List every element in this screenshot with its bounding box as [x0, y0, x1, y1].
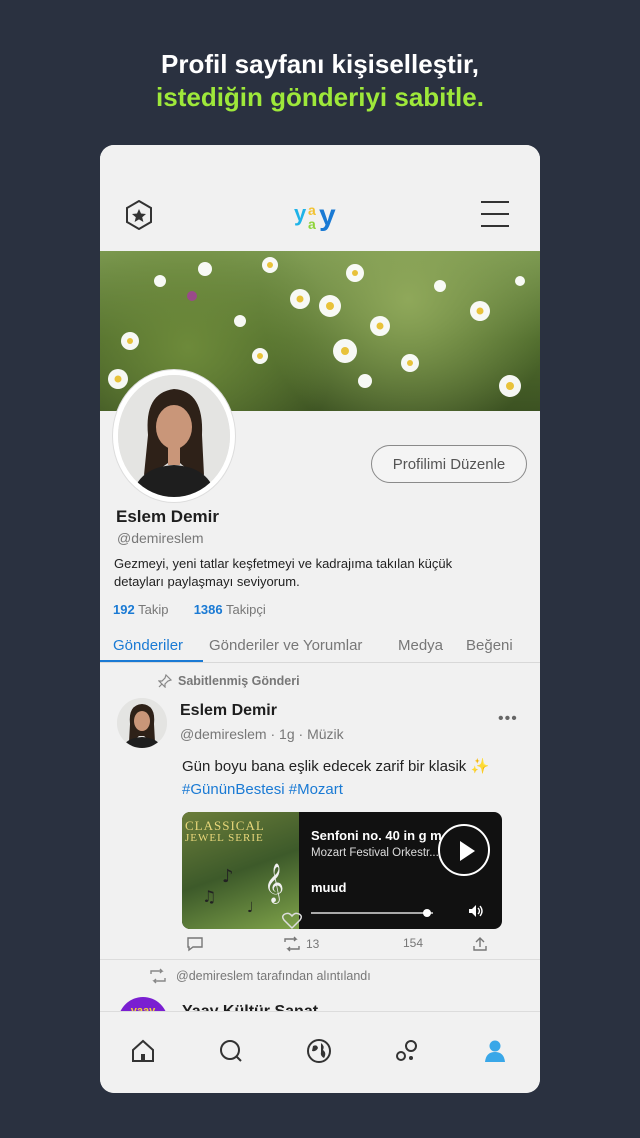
quoted-label: @demireslem tarafından alıntılandı [176, 969, 371, 983]
post-hashtags[interactable]: #GününBestesi #Mozart [182, 778, 522, 801]
seek-knob[interactable] [422, 909, 431, 917]
play-icon [460, 841, 475, 861]
post-author-handle: @demireslem [180, 726, 267, 742]
active-tab-indicator [100, 660, 203, 662]
svg-text:♪: ♪ [222, 866, 234, 887]
profile-handle: @demireslem [117, 530, 204, 546]
comment-action[interactable] [186, 936, 204, 952]
svg-text:♫: ♫ [202, 887, 216, 906]
seek-bar[interactable] [311, 909, 433, 917]
play-button[interactable] [438, 824, 490, 876]
svg-text:y: y [294, 201, 307, 226]
tab-likes[interactable]: Beğeni [466, 637, 513, 654]
post-author-name[interactable]: Eslem Demir [180, 702, 277, 720]
profile-bio: Gezmeyi, yeni tatlar keşfetmeyi ve kadra… [114, 556, 453, 589]
profile-tabs: Gönderiler Gönderiler ve Yorumlar Medya … [100, 631, 540, 663]
profile-name: Eslem Demir [116, 507, 219, 526]
bottom-navigation [100, 1011, 540, 1093]
home-icon[interactable] [130, 1038, 156, 1064]
followers-label[interactable]: Takipçi [226, 602, 266, 617]
author-photo [117, 698, 167, 748]
share-icon [473, 937, 487, 951]
tab-posts-and-comments[interactable]: Gönderiler ve Yorumlar [209, 637, 362, 654]
post-body: Gün boyu bana eşlik edecek zarif bir kla… [182, 758, 490, 775]
yaay-logo[interactable]: y a a y [293, 195, 345, 235]
post-author-avatar[interactable] [117, 698, 167, 748]
globe-icon[interactable] [306, 1038, 332, 1064]
edit-profile-button[interactable]: Profilimi Düzenle [371, 445, 527, 483]
post-time: 1g [279, 726, 295, 742]
following-label[interactable]: Takip [138, 602, 168, 617]
meta-separator: · [298, 726, 304, 742]
repost-action[interactable]: 13 [282, 936, 319, 952]
post-meta: @demireslem · 1g · Müzik [180, 726, 344, 742]
music-player-card[interactable]: CLASSICAL JEWEL SERIE 𝄞 ♪ ♫ ♩ Senfoni no… [182, 812, 502, 929]
pin-icon [158, 674, 172, 688]
profile-avatar[interactable] [112, 369, 236, 503]
pinned-indicator: Sabitlenmiş Gönderi [158, 674, 300, 688]
tab-posts[interactable]: Gönderiler [113, 637, 183, 654]
svg-text:𝄞: 𝄞 [264, 863, 284, 904]
like-action[interactable]: 154 [281, 912, 424, 950]
post-text: Gün boyu bana eşlik edecek zarif bir kla… [182, 755, 522, 801]
heart-icon [281, 912, 303, 930]
track-title: Senfoni no. 40 in g m... [311, 828, 441, 843]
muud-logo: muud [311, 880, 347, 895]
pinned-label: Sabitlenmiş Gönderi [178, 674, 300, 688]
hamburger-menu-icon[interactable] [481, 199, 509, 229]
post-category[interactable]: Müzik [307, 726, 344, 742]
top-bar: y a a y [100, 145, 540, 251]
avatar-photo [118, 375, 230, 497]
repost-count: 13 [306, 937, 320, 951]
search-icon[interactable] [218, 1038, 244, 1064]
more-options-icon[interactable]: ••• [498, 710, 518, 728]
track-artist: Mozart Festival Orkestr... [311, 847, 439, 859]
post-actions: 13 154 [186, 912, 496, 954]
svg-text:a: a [308, 216, 316, 232]
following-count[interactable]: 192 [113, 602, 135, 617]
profile-icon[interactable] [482, 1038, 508, 1064]
quoted-indicator: @demireslem tarafından alıntılandı [148, 968, 371, 984]
like-count: 154 [403, 936, 424, 950]
profile-stats: 192 Takip 1386 Takipçi [113, 602, 266, 617]
badge-star-icon[interactable] [124, 200, 154, 230]
bubbles-icon[interactable] [394, 1038, 420, 1064]
phone-screen: y a a y Profilimi Düzenle Eslem Demir @d… [100, 145, 540, 1093]
comment-icon [187, 937, 203, 952]
followers-count[interactable]: 1386 [194, 602, 223, 617]
promo-line-1: Profil sayfanı kişiselleştir, [161, 49, 479, 79]
promo-line-2: istediğin gönderiyi sabitle. [156, 82, 484, 112]
svg-text:y: y [319, 199, 336, 232]
share-action[interactable] [472, 936, 488, 952]
repost-icon [284, 936, 300, 952]
volume-icon[interactable] [468, 904, 484, 918]
post-divider [100, 959, 540, 960]
promo-heading: Profil sayfanı kişiselleştir, istediğin … [0, 48, 640, 114]
repost-icon [150, 968, 166, 984]
tab-media[interactable]: Medya [398, 637, 443, 654]
svg-text:♩: ♩ [247, 900, 254, 916]
meta-separator: · [270, 726, 276, 742]
